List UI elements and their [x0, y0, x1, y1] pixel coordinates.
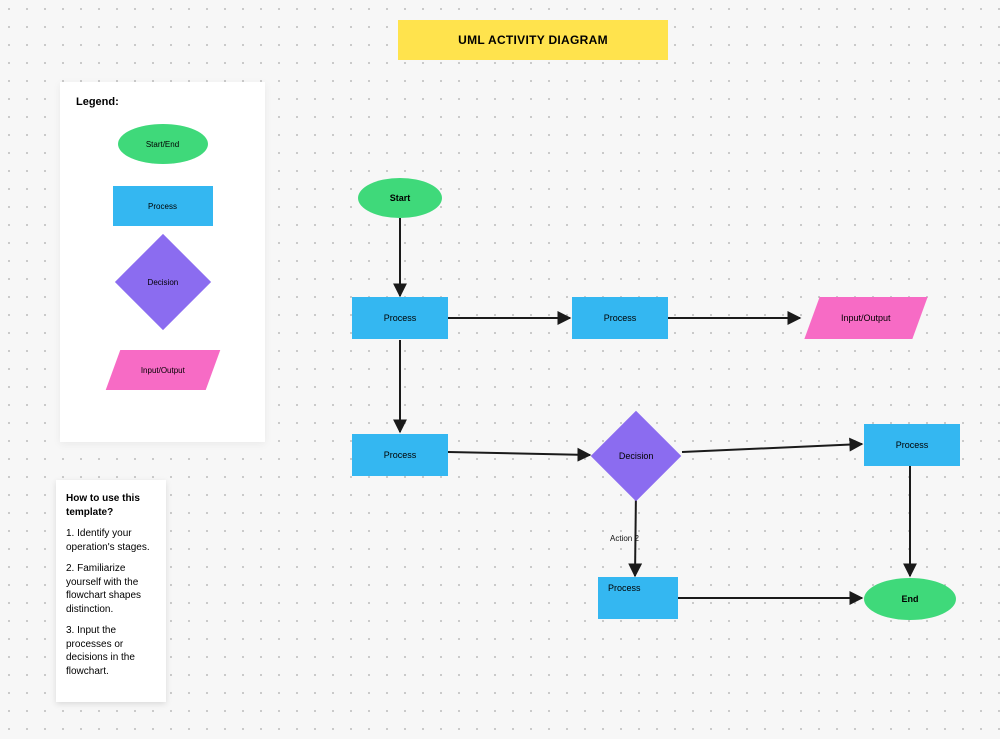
- diagram-title: UML ACTIVITY DIAGRAM: [398, 20, 668, 60]
- node-p5[interactable]: Process: [598, 577, 678, 619]
- node-label-p5: Process: [608, 583, 641, 593]
- legend-item-io: Input/Output: [76, 350, 249, 390]
- node-label-io1: Input/Output: [841, 313, 891, 323]
- rect-icon: Process: [113, 186, 213, 226]
- legend-heading: Legend:: [76, 96, 249, 108]
- diamond-icon: Decision: [114, 234, 210, 330]
- legend-label-io: Input/Output: [140, 366, 184, 375]
- ellipse-icon: Start/End: [118, 124, 208, 164]
- node-p2[interactable]: Process: [572, 297, 668, 339]
- legend-item-startend: Start/End: [76, 124, 249, 164]
- node-label-p4: Process: [896, 440, 929, 450]
- node-end[interactable]: End: [864, 578, 956, 620]
- node-io1[interactable]: Input/Output: [804, 297, 927, 339]
- legend-label-decision: Decision: [147, 278, 178, 287]
- howto-step2: 2. Familiarize yourself with the flowcha…: [66, 562, 156, 616]
- howto-step1: 1. Identify your operation's stages.: [66, 527, 156, 554]
- node-p4[interactable]: Process: [864, 424, 960, 466]
- node-label-decision: Decision: [619, 451, 654, 461]
- parallelogram-icon: Input/Output: [105, 350, 220, 390]
- legend-item-process: Process: [76, 186, 249, 226]
- node-p3[interactable]: Process: [352, 434, 448, 476]
- howto-heading: How to use this template?: [66, 492, 156, 519]
- node-label-start: Start: [390, 193, 411, 203]
- howto-step3: 3. Input the processes or decisions in t…: [66, 624, 156, 678]
- howto-panel: How to use this template? 1. Identify yo…: [56, 480, 166, 702]
- node-label-end: End: [902, 594, 919, 604]
- legend-label-startend: Start/End: [146, 140, 179, 149]
- node-decision[interactable]: Decision: [591, 411, 682, 502]
- legend-item-decision: Decision: [76, 248, 249, 316]
- legend-panel: Legend: Start/End Process Decision Input…: [60, 82, 265, 442]
- node-label-p2: Process: [604, 313, 637, 323]
- edge-label-action2: Action 2: [610, 534, 639, 543]
- legend-label-process: Process: [148, 202, 177, 211]
- node-start[interactable]: Start: [358, 178, 442, 218]
- node-label-p1: Process: [384, 313, 417, 323]
- node-p1[interactable]: Process: [352, 297, 448, 339]
- node-label-p3: Process: [384, 450, 417, 460]
